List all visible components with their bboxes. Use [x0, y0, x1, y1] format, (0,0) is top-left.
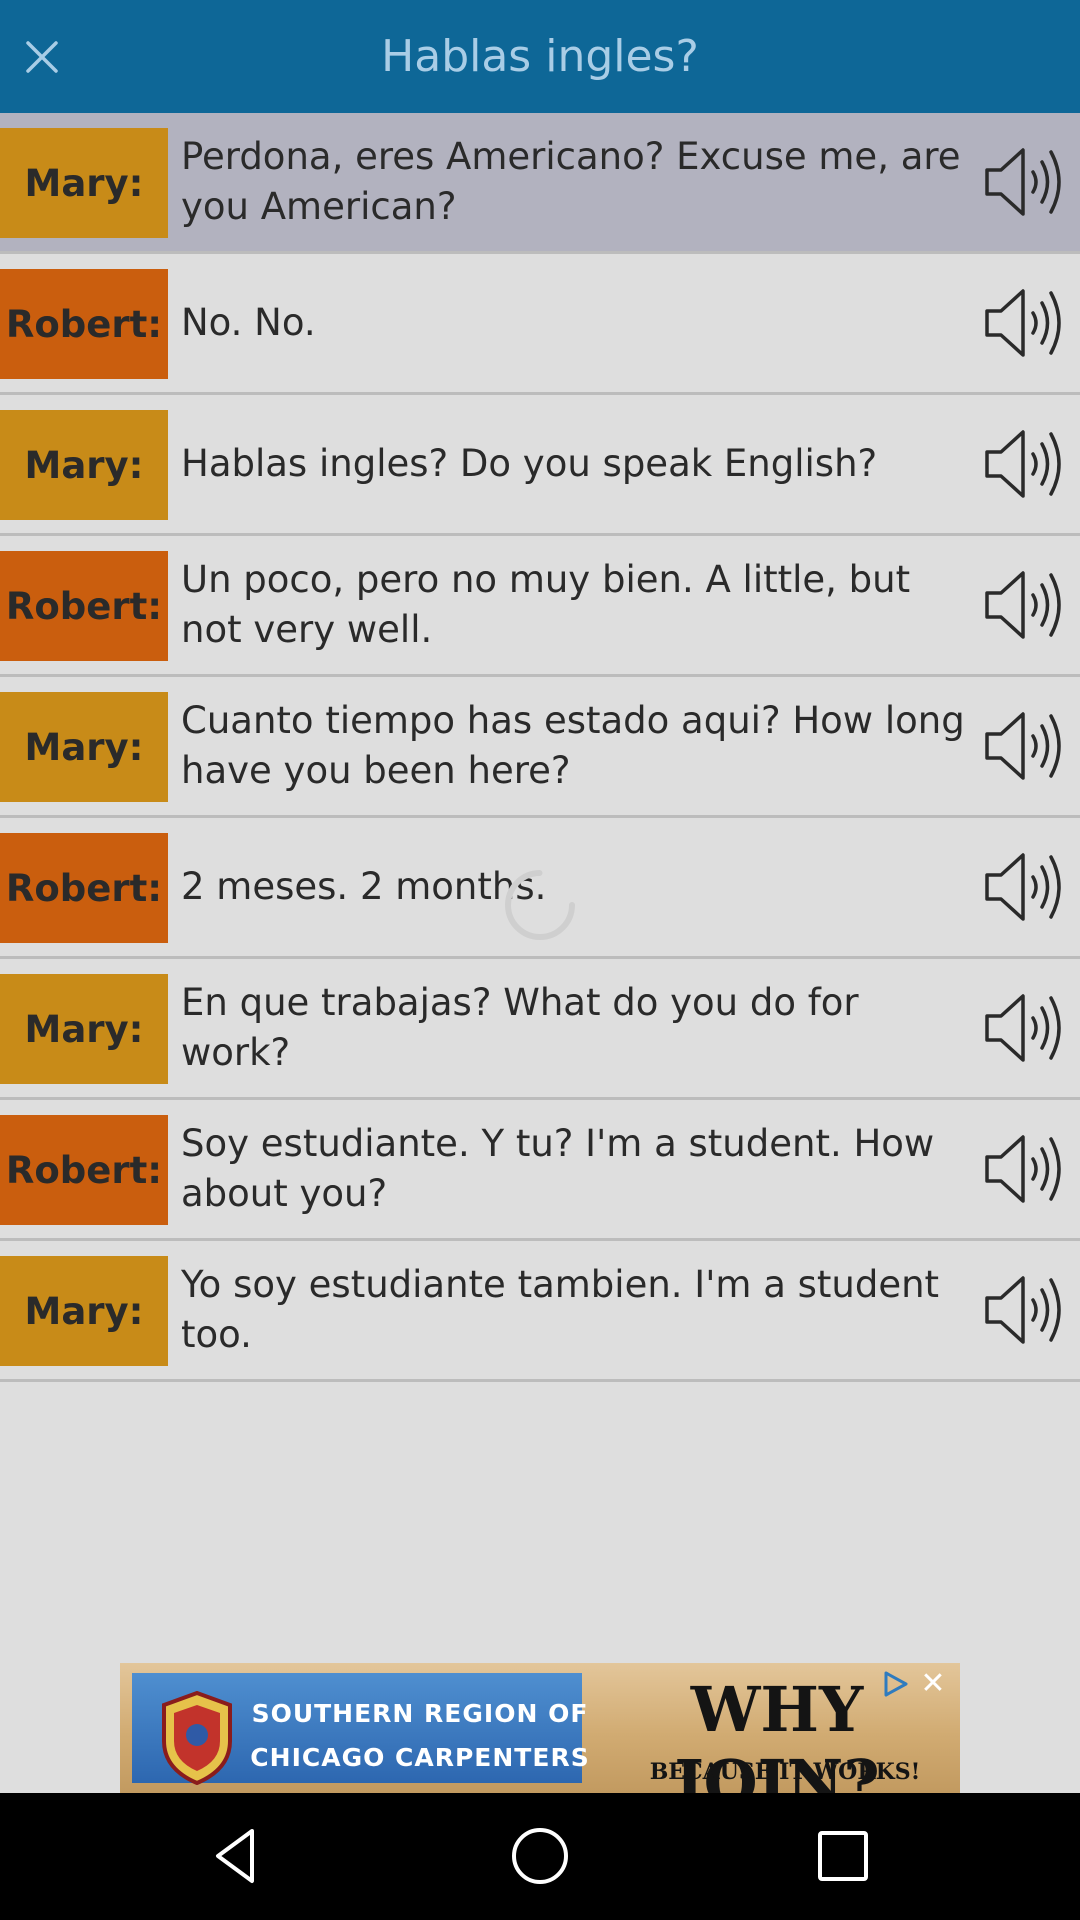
speaker-label: Mary: [0, 128, 168, 238]
speaker-icon [985, 712, 1061, 780]
speaker-icon [985, 853, 1061, 921]
speaker-label: Mary: [0, 974, 168, 1084]
speaker-icon [985, 571, 1061, 639]
system-navigation-bar [0, 1793, 1080, 1920]
dialogue-text: Un poco, pero no muy bien. A little, but… [181, 558, 911, 651]
speaker-label: Mary: [0, 692, 168, 802]
dialogue-text: Hablas ingles? Do you speak English? [181, 442, 878, 485]
play-audio-button[interactable] [979, 281, 1069, 365]
home-icon[interactable] [505, 1821, 575, 1891]
dialogue-row[interactable]: Robert: No. No. [0, 254, 1080, 395]
play-audio-button[interactable] [979, 422, 1069, 506]
speaker-icon [985, 430, 1061, 498]
speaker-label: Mary: [0, 410, 168, 520]
recents-icon[interactable] [808, 1821, 878, 1891]
page-title: Hablas ingles? [381, 31, 699, 82]
speaker-label: Robert: [0, 551, 168, 661]
union-logo-icon [162, 1691, 232, 1785]
dialogue-text: En que trabajas? What do you do for work… [181, 981, 859, 1074]
ad-tagline: BECAUSE IT WORKS! [649, 1759, 921, 1785]
speaker-label: Mary: [0, 1256, 168, 1366]
speaker-label: Robert: [0, 269, 168, 379]
dialogue-row[interactable]: Mary: Hablas ingles? Do you speak Englis… [0, 395, 1080, 536]
speaker-icon [985, 1135, 1061, 1203]
dialogue-text: Cuanto tiempo has estado aqui? How long … [181, 699, 965, 792]
speaker-icon [985, 148, 1061, 216]
dialogue-text: No. No. [181, 301, 316, 344]
dialogue-text: Yo soy estudiante tambien. I'm a student… [181, 1263, 940, 1356]
play-audio-button[interactable] [979, 845, 1069, 929]
ad-choices-icon[interactable] [880, 1669, 910, 1699]
play-audio-button[interactable] [979, 1268, 1069, 1352]
ad-text-line1: SOUTHERN REGION OF [251, 1699, 589, 1728]
ad-brand-panel: SOUTHERN REGION OF CHICAGO CARPENTERS [132, 1673, 589, 1785]
app-header: Hablas ingles? [0, 0, 1080, 114]
play-audio-button[interactable] [979, 986, 1069, 1070]
dialogue-row[interactable]: Mary: Perdona, eres Americano? Excuse me… [0, 113, 1080, 254]
loading-spinner-icon [505, 870, 575, 940]
play-audio-button[interactable] [979, 1127, 1069, 1211]
speaker-label: Robert: [0, 1115, 168, 1225]
back-icon[interactable] [202, 1821, 272, 1891]
dialogue-text: Perdona, eres Americano? Excuse me, are … [181, 135, 961, 228]
speaker-icon [985, 994, 1061, 1062]
dialogue-row[interactable]: Robert: Un poco, pero no muy bien. A lit… [0, 536, 1080, 677]
dialogue-row[interactable]: Mary: Yo soy estudiante tambien. I'm a s… [0, 1241, 1080, 1382]
ad-close-button[interactable]: ✕ [916, 1667, 950, 1701]
speaker-label: Robert: [0, 833, 168, 943]
dialogue-row[interactable]: Mary: En que trabajas? What do you do fo… [0, 959, 1080, 1100]
speaker-icon [985, 1276, 1061, 1344]
speaker-icon [985, 289, 1061, 357]
play-audio-button[interactable] [979, 704, 1069, 788]
dialogue-row[interactable]: Robert: Soy estudiante. Y tu? I'm a stud… [0, 1100, 1080, 1241]
dialogue-row[interactable]: Mary: Cuanto tiempo has estado aqui? How… [0, 677, 1080, 818]
dialogue-text: Soy estudiante. Y tu? I'm a student. How… [181, 1122, 935, 1215]
ad-banner[interactable]: SOUTHERN REGION OF CHICAGO CARPENTERS WH… [120, 1663, 960, 1793]
ad-text-line2: CHICAGO CARPENTERS [250, 1743, 590, 1772]
dialogue-list: Mary: Perdona, eres Americano? Excuse me… [0, 113, 1080, 1382]
play-audio-button[interactable] [979, 563, 1069, 647]
play-audio-button[interactable] [979, 140, 1069, 224]
